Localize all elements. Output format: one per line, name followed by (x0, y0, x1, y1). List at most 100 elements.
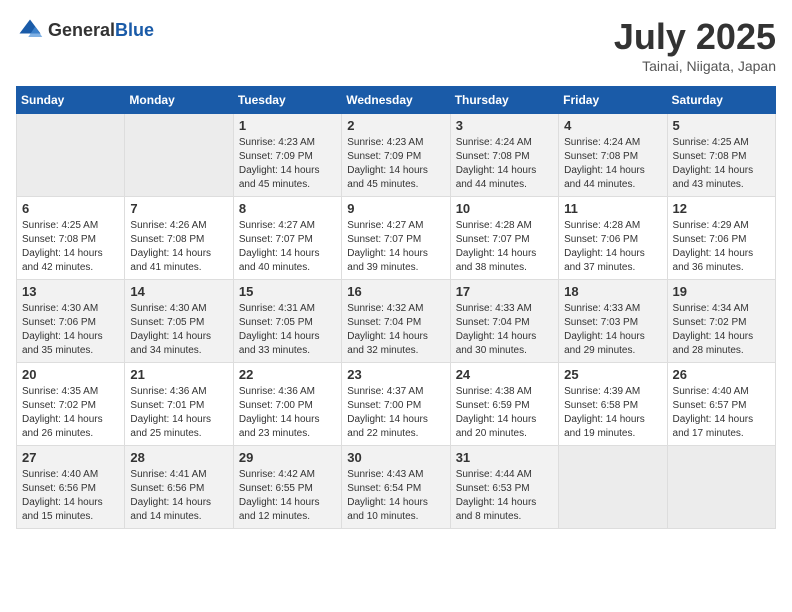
calendar-title: July 2025 (614, 16, 776, 58)
calendar-day-cell: 11Sunrise: 4:28 AM Sunset: 7:06 PM Dayli… (559, 197, 667, 280)
day-info: Sunrise: 4:24 AM Sunset: 7:08 PM Dayligh… (456, 136, 553, 192)
day-number: 11 (564, 201, 661, 216)
calendar-day-cell: 29Sunrise: 4:42 AM Sunset: 6:55 PM Dayli… (233, 446, 341, 529)
day-number: 15 (239, 284, 336, 299)
calendar-day-cell (667, 446, 775, 529)
calendar-day-cell: 27 Sunrise: 4:40 AM Sunset: 6:56 PM Dayli… (17, 446, 125, 529)
day-info: Sunrise: 4:32 AM Sunset: 7:04 PM Dayligh… (347, 302, 444, 358)
calendar-day-cell: 23Sunrise: 4:37 AM Sunset: 7:00 PM Dayli… (342, 363, 450, 446)
calendar-weekday-header: Tuesday (233, 87, 341, 114)
day-number: 18 (564, 284, 661, 299)
calendar-table: SundayMondayTuesdayWednesdayThursdayFrid… (16, 86, 776, 529)
logo-text-blue: Blue (115, 20, 154, 40)
day-info: Sunrise: 4:34 AM Sunset: 7:02 PM Dayligh… (673, 302, 770, 358)
calendar-week-row: 27 Sunrise: 4:40 AM Sunset: 6:56 PM Dayli… (17, 446, 776, 529)
day-number: 28 (130, 450, 227, 465)
day-info: Sunrise: 4:40 AM Sunset: 6:57 PM Dayligh… (673, 385, 770, 441)
calendar-day-cell: 21 Sunrise: 4:36 AM Sunset: 7:01 PM Dayli… (125, 363, 233, 446)
day-info: Sunrise: 4:23 AM Sunset: 7:09 PM Dayligh… (239, 136, 336, 192)
calendar-week-row: 1Sunrise: 4:23 AM Sunset: 7:09 PM Daylig… (17, 114, 776, 197)
day-info: Sunrise: 4:36 AM Sunset: 7:01 PM Dayligh… (130, 385, 227, 441)
calendar-weekday-header: Wednesday (342, 87, 450, 114)
day-number: 25 (564, 367, 661, 382)
day-number: 17 (456, 284, 553, 299)
day-info: Sunrise: 4:23 AM Sunset: 7:09 PM Dayligh… (347, 136, 444, 192)
calendar-day-cell: 13Sunrise: 4:30 AM Sunset: 7:06 PM Dayli… (17, 280, 125, 363)
day-info: Sunrise: 4:30 AM Sunset: 7:05 PM Dayligh… (130, 302, 227, 358)
calendar-day-cell: 14Sunrise: 4:30 AM Sunset: 7:05 PM Dayli… (125, 280, 233, 363)
day-number: 30 (347, 450, 444, 465)
day-info: Sunrise: 4:25 AM Sunset: 7:08 PM Dayligh… (22, 219, 119, 275)
day-info: Sunrise: 4:43 AM Sunset: 6:54 PM Dayligh… (347, 468, 444, 524)
calendar-location: Tainai, Niigata, Japan (614, 58, 776, 74)
day-info: Sunrise: 4:29 AM Sunset: 7:06 PM Dayligh… (673, 219, 770, 275)
day-info: Sunrise: 4:26 AM Sunset: 7:08 PM Dayligh… (130, 219, 227, 275)
day-number: 12 (673, 201, 770, 216)
calendar-weekday-header: Friday (559, 87, 667, 114)
day-number: 20 (22, 367, 119, 382)
day-number: 27 (22, 450, 119, 465)
day-number: 13 (22, 284, 119, 299)
calendar-day-cell: 1Sunrise: 4:23 AM Sunset: 7:09 PM Daylig… (233, 114, 341, 197)
day-number: 26 (673, 367, 770, 382)
calendar-day-cell: 28 Sunrise: 4:41 AM Sunset: 6:56 PM Dayli… (125, 446, 233, 529)
calendar-day-cell: 8Sunrise: 4:27 AM Sunset: 7:07 PM Daylig… (233, 197, 341, 280)
calendar-week-row: 6 Sunrise: 4:25 AM Sunset: 7:08 PM Daylig… (17, 197, 776, 280)
calendar-day-cell: 9 Sunrise: 4:27 AM Sunset: 7:07 PM Daylig… (342, 197, 450, 280)
calendar-day-cell (125, 114, 233, 197)
calendar-day-cell: 18 Sunrise: 4:33 AM Sunset: 7:03 PM Dayli… (559, 280, 667, 363)
day-info: Sunrise: 4:28 AM Sunset: 7:07 PM Dayligh… (456, 219, 553, 275)
calendar-day-cell: 4Sunrise: 4:24 AM Sunset: 7:08 PM Daylig… (559, 114, 667, 197)
day-number: 31 (456, 450, 553, 465)
calendar-day-cell: 6 Sunrise: 4:25 AM Sunset: 7:08 PM Daylig… (17, 197, 125, 280)
day-info: Sunrise: 4:40 AM Sunset: 6:56 PM Dayligh… (22, 468, 119, 524)
day-info: Sunrise: 4:24 AM Sunset: 7:08 PM Dayligh… (564, 136, 661, 192)
day-info: Sunrise: 4:42 AM Sunset: 6:55 PM Dayligh… (239, 468, 336, 524)
calendar-header-row: SundayMondayTuesdayWednesdayThursdayFrid… (17, 87, 776, 114)
day-number: 21 (130, 367, 227, 382)
day-info: Sunrise: 4:37 AM Sunset: 7:00 PM Dayligh… (347, 385, 444, 441)
calendar-day-cell: 2Sunrise: 4:23 AM Sunset: 7:09 PM Daylig… (342, 114, 450, 197)
calendar-week-row: 20 Sunrise: 4:35 AM Sunset: 7:02 PM Dayli… (17, 363, 776, 446)
day-number: 24 (456, 367, 553, 382)
day-number: 16 (347, 284, 444, 299)
calendar-day-cell: 15 Sunrise: 4:31 AM Sunset: 7:05 PM Dayli… (233, 280, 341, 363)
calendar-weekday-header: Thursday (450, 87, 558, 114)
day-info: Sunrise: 4:38 AM Sunset: 6:59 PM Dayligh… (456, 385, 553, 441)
calendar-day-cell: 30 Sunrise: 4:43 AM Sunset: 6:54 PM Dayli… (342, 446, 450, 529)
logo-icon (16, 16, 44, 44)
calendar-day-cell: 31Sunrise: 4:44 AM Sunset: 6:53 PM Dayli… (450, 446, 558, 529)
calendar-day-cell: 22Sunrise: 4:36 AM Sunset: 7:00 PM Dayli… (233, 363, 341, 446)
day-info: Sunrise: 4:39 AM Sunset: 6:58 PM Dayligh… (564, 385, 661, 441)
calendar-weekday-header: Sunday (17, 87, 125, 114)
day-info: Sunrise: 4:31 AM Sunset: 7:05 PM Dayligh… (239, 302, 336, 358)
calendar-day-cell: 26 Sunrise: 4:40 AM Sunset: 6:57 PM Dayli… (667, 363, 775, 446)
calendar-weekday-header: Saturday (667, 87, 775, 114)
calendar-day-cell: 25 Sunrise: 4:39 AM Sunset: 6:58 PM Dayli… (559, 363, 667, 446)
logo-text-general: General (48, 20, 115, 40)
calendar-day-cell: 16 Sunrise: 4:32 AM Sunset: 7:04 PM Dayli… (342, 280, 450, 363)
calendar-day-cell: 7 Sunrise: 4:26 AM Sunset: 7:08 PM Daylig… (125, 197, 233, 280)
day-info: Sunrise: 4:25 AM Sunset: 7:08 PM Dayligh… (673, 136, 770, 192)
day-info: Sunrise: 4:27 AM Sunset: 7:07 PM Dayligh… (347, 219, 444, 275)
calendar-day-cell (17, 114, 125, 197)
day-info: Sunrise: 4:33 AM Sunset: 7:03 PM Dayligh… (564, 302, 661, 358)
calendar-day-cell: 5Sunrise: 4:25 AM Sunset: 7:08 PM Daylig… (667, 114, 775, 197)
day-number: 22 (239, 367, 336, 382)
day-number: 10 (456, 201, 553, 216)
day-number: 9 (347, 201, 444, 216)
calendar-week-row: 13Sunrise: 4:30 AM Sunset: 7:06 PM Dayli… (17, 280, 776, 363)
day-number: 3 (456, 118, 553, 133)
calendar-day-cell: 10 Sunrise: 4:28 AM Sunset: 7:07 PM Dayli… (450, 197, 558, 280)
day-number: 7 (130, 201, 227, 216)
day-number: 19 (673, 284, 770, 299)
calendar-day-cell (559, 446, 667, 529)
calendar-day-cell: 19 Sunrise: 4:34 AM Sunset: 7:02 PM Dayli… (667, 280, 775, 363)
title-area: July 2025 Tainai, Niigata, Japan (614, 16, 776, 74)
day-number: 6 (22, 201, 119, 216)
day-info: Sunrise: 4:41 AM Sunset: 6:56 PM Dayligh… (130, 468, 227, 524)
calendar-day-cell: 17Sunrise: 4:33 AM Sunset: 7:04 PM Dayli… (450, 280, 558, 363)
calendar-day-cell: 3 Sunrise: 4:24 AM Sunset: 7:08 PM Daylig… (450, 114, 558, 197)
day-info: Sunrise: 4:35 AM Sunset: 7:02 PM Dayligh… (22, 385, 119, 441)
page-header: GeneralBlue July 2025 Tainai, Niigata, J… (16, 16, 776, 74)
